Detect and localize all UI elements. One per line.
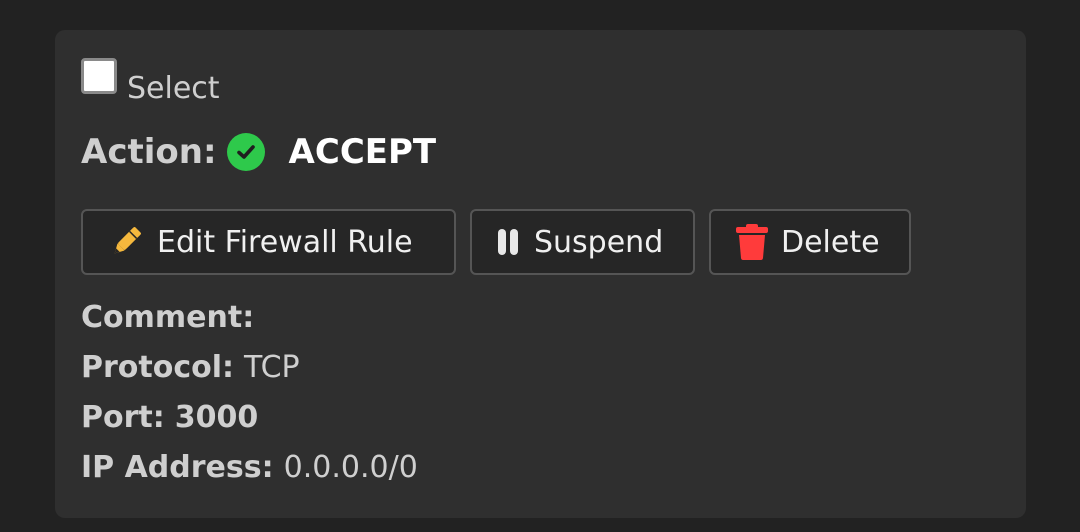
trash-icon <box>735 223 769 261</box>
action-label: Action: <box>81 132 217 172</box>
firewall-rule-card: Select Action: ACCEPT Edit Firewall Rule… <box>55 30 1026 518</box>
select-checkbox[interactable] <box>81 58 117 94</box>
suspend-button-label: Suspend <box>534 224 664 260</box>
edit-firewall-rule-button[interactable]: Edit Firewall Rule <box>81 209 456 275</box>
port-row: Port: 3000 <box>81 392 418 442</box>
pencil-icon <box>107 223 145 261</box>
port-value: 3000 <box>174 399 259 435</box>
comment-row: Comment: <box>81 292 418 342</box>
suspend-button[interactable]: Suspend <box>470 209 695 275</box>
protocol-row: Protocol: TCP <box>81 342 418 392</box>
protocol-label: Protocol: <box>81 349 235 385</box>
protocol-value: TCP <box>244 349 300 385</box>
action-value: ACCEPT <box>288 132 437 172</box>
edit-button-label: Edit Firewall Rule <box>157 224 413 260</box>
delete-button-label: Delete <box>781 224 880 260</box>
delete-button[interactable]: Delete <box>709 209 911 275</box>
ip-address-value: 0.0.0.0/0 <box>283 449 418 485</box>
check-circle-icon <box>226 133 265 171</box>
ip-address-row: IP Address: 0.0.0.0/0 <box>81 442 418 492</box>
rule-actions: Edit Firewall Rule Suspend Delete <box>81 209 925 275</box>
comment-label: Comment: <box>81 299 255 335</box>
port-label: Port: <box>81 399 165 435</box>
rule-details: Comment: Protocol: TCP Port: 3000 IP Add… <box>81 292 418 492</box>
select-row[interactable]: Select <box>81 56 220 104</box>
ip-address-label: IP Address: <box>81 449 274 485</box>
pause-icon <box>496 227 522 257</box>
action-row: Action: ACCEPT <box>81 130 436 174</box>
select-label[interactable]: Select <box>127 74 220 104</box>
